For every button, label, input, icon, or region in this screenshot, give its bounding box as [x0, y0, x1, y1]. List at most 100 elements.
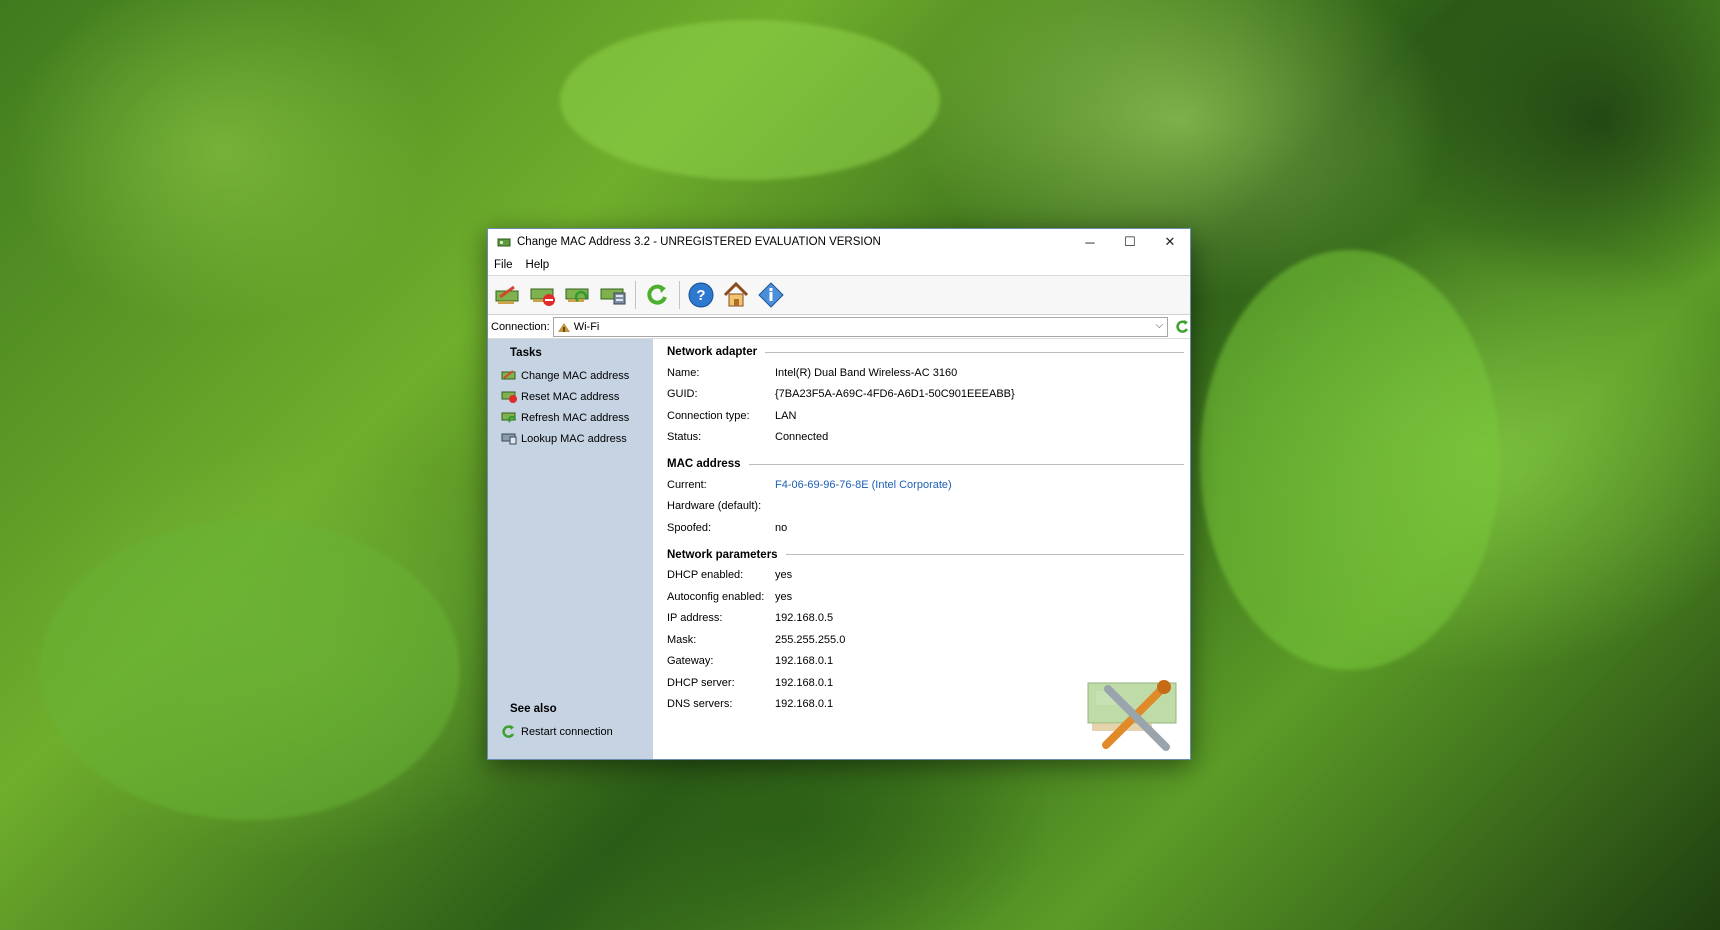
detail-value: Connected — [775, 431, 829, 444]
detail-key: Autoconfig enabled: — [667, 590, 765, 603]
toolbar-reset-mac-button[interactable] — [526, 279, 559, 311]
toolbar-help-button[interactable]: ? — [684, 279, 717, 311]
lookup-mac-icon — [501, 433, 517, 445]
task-restart-connection[interactable]: Restart connection — [488, 721, 653, 742]
detail-value: yes — [775, 569, 793, 582]
detail-row: Connection type: LAN — [667, 405, 1190, 427]
close-button[interactable]: ✕ — [1150, 229, 1190, 255]
detail-key: IP address: — [667, 612, 723, 625]
content-area: Tasks Change MAC address Reset MAC addre… — [488, 338, 1190, 759]
detail-key: DNS servers: — [667, 698, 733, 711]
detail-key: Hardware (default): — [667, 500, 762, 513]
task-label: Reset MAC address — [521, 390, 620, 403]
detail-value: 192.168.0.1 — [775, 698, 834, 711]
connection-value: Wi-Fi — [573, 321, 600, 333]
detail-value: no — [775, 521, 788, 534]
toolbar-refresh-mac-button[interactable] — [561, 279, 594, 311]
see-also-section: See also Restart connection — [488, 695, 653, 742]
restart-connection-icon — [502, 725, 515, 738]
about-icon — [757, 282, 784, 308]
app-window: Change MAC Address 3.2 - UNREGISTERED EV… — [487, 228, 1191, 760]
home-icon — [723, 281, 748, 307]
refresh-connections-icon[interactable] — [1174, 319, 1190, 335]
refresh-mac-icon — [501, 412, 516, 423]
network-card-tools-icon — [1087, 680, 1177, 751]
task-label: Lookup MAC address — [521, 432, 627, 445]
restart-connection-icon — [646, 284, 667, 305]
detail-value: 192.168.0.1 — [775, 676, 834, 689]
detail-value: {7BA23F5A-A69C-4FD6-A6D1-50C901EEEABB} — [775, 388, 1015, 401]
chevron-down-icon: ⌵ — [1155, 320, 1164, 331]
section-divider — [748, 463, 1184, 465]
see-also-heading: See also — [510, 703, 557, 715]
task-change-mac[interactable]: Change MAC address — [488, 365, 653, 386]
task-lookup-mac[interactable]: Lookup MAC address — [488, 428, 653, 449]
title-bar[interactable]: Change MAC Address 3.2 - UNREGISTERED EV… — [488, 229, 1190, 255]
detail-value: 255.255.255.0 — [775, 633, 846, 646]
detail-key: Spoofed: — [667, 521, 712, 534]
svg-text:?: ? — [696, 287, 705, 304]
detail-key: Status: — [667, 431, 702, 444]
detail-value: LAN — [775, 409, 797, 422]
maximize-button[interactable]: ☐ — [1110, 229, 1150, 255]
detail-row: Hardware (default): — [667, 496, 1190, 518]
toolbar-change-mac-button[interactable] — [491, 279, 524, 311]
help-icon: ? — [688, 282, 713, 308]
detail-key: Current: — [667, 478, 707, 491]
reset-mac-icon — [501, 391, 517, 403]
window-title: Change MAC Address 3.2 - UNREGISTERED EV… — [517, 236, 881, 248]
detail-key: DHCP server: — [667, 676, 735, 689]
connection-label: Connection: — [491, 321, 550, 333]
background-foliage — [560, 20, 940, 180]
toolbar: ? — [488, 276, 1190, 315]
detail-value: 192.168.0.1 — [775, 655, 834, 668]
section-network-parameters: Network parameters — [667, 545, 1190, 565]
reset-mac-icon — [530, 288, 555, 306]
toolbar-home-button[interactable] — [719, 279, 752, 311]
refresh-mac-icon — [565, 288, 588, 302]
detail-row: Name: Intel(R) Dual Band Wireless-AC 3160 — [667, 362, 1190, 384]
detail-row: Mask: 255.255.255.0 — [667, 629, 1190, 651]
task-label: Change MAC address — [521, 369, 630, 382]
connection-bar: Connection: Wi-Fi ⌵ — [488, 315, 1190, 339]
detail-key: Connection type: — [667, 409, 750, 422]
current-mac-link[interactable]: F4-06-69-96-76-8E (Intel Corporate) — [775, 479, 952, 491]
task-label: Restart connection — [521, 725, 613, 738]
minimize-button[interactable]: ─ — [1070, 229, 1110, 255]
detail-value: Intel(R) Dual Band Wireless-AC 3160 — [775, 366, 958, 379]
toolbar-about-button[interactable] — [754, 279, 787, 311]
background-foliage — [40, 520, 460, 820]
wifi-icon — [557, 323, 570, 332]
detail-key: Gateway: — [667, 655, 714, 668]
app-icon — [497, 238, 511, 247]
detail-key: DHCP enabled: — [667, 569, 744, 582]
task-reset-mac[interactable]: Reset MAC address — [488, 386, 653, 407]
tasks-heading: Tasks — [510, 347, 542, 359]
connection-dropdown[interactable]: Wi-Fi ⌵ — [552, 317, 1169, 337]
menu-file[interactable]: File — [494, 259, 520, 271]
menu-help[interactable]: Help — [526, 259, 557, 271]
toolbar-restart-connection-button[interactable] — [640, 279, 673, 311]
detail-key: Name: — [667, 366, 700, 379]
detail-value: yes — [775, 590, 793, 603]
change-mac-icon — [495, 285, 518, 304]
lookup-mac-icon — [600, 288, 625, 305]
section-network-adapter: Network adapter — [667, 342, 1190, 362]
section-divider — [785, 554, 1184, 555]
detail-row: Current: F4-06-69-96-76-8E (Intel Corpora… — [667, 474, 1190, 496]
detail-key: Mask: — [667, 633, 697, 646]
detail-row: Status: Connected — [667, 427, 1190, 449]
task-label: Refresh MAC address — [521, 411, 630, 424]
details-panel: Network adapter Name: Intel(R) Dual Band … — [653, 339, 1190, 759]
detail-row: IP address: 192.168.0.5 — [667, 608, 1190, 630]
section-mac-address: MAC address — [667, 454, 1190, 474]
detail-key: GUID: — [667, 388, 698, 401]
detail-row: Autoconfig enabled: yes — [667, 586, 1190, 608]
detail-row: GUID: {7BA23F5A-A69C-4FD6-A6D1-50C901EEEA… — [667, 384, 1190, 406]
toolbar-lookup-mac-button[interactable] — [596, 279, 629, 311]
task-pane: Tasks Change MAC address Reset MAC addre… — [488, 339, 653, 759]
section-divider — [765, 351, 1184, 353]
detail-row: DHCP enabled: yes — [667, 565, 1190, 587]
task-refresh-mac[interactable]: Refresh MAC address — [488, 407, 653, 428]
section-title: MAC address — [667, 458, 741, 470]
